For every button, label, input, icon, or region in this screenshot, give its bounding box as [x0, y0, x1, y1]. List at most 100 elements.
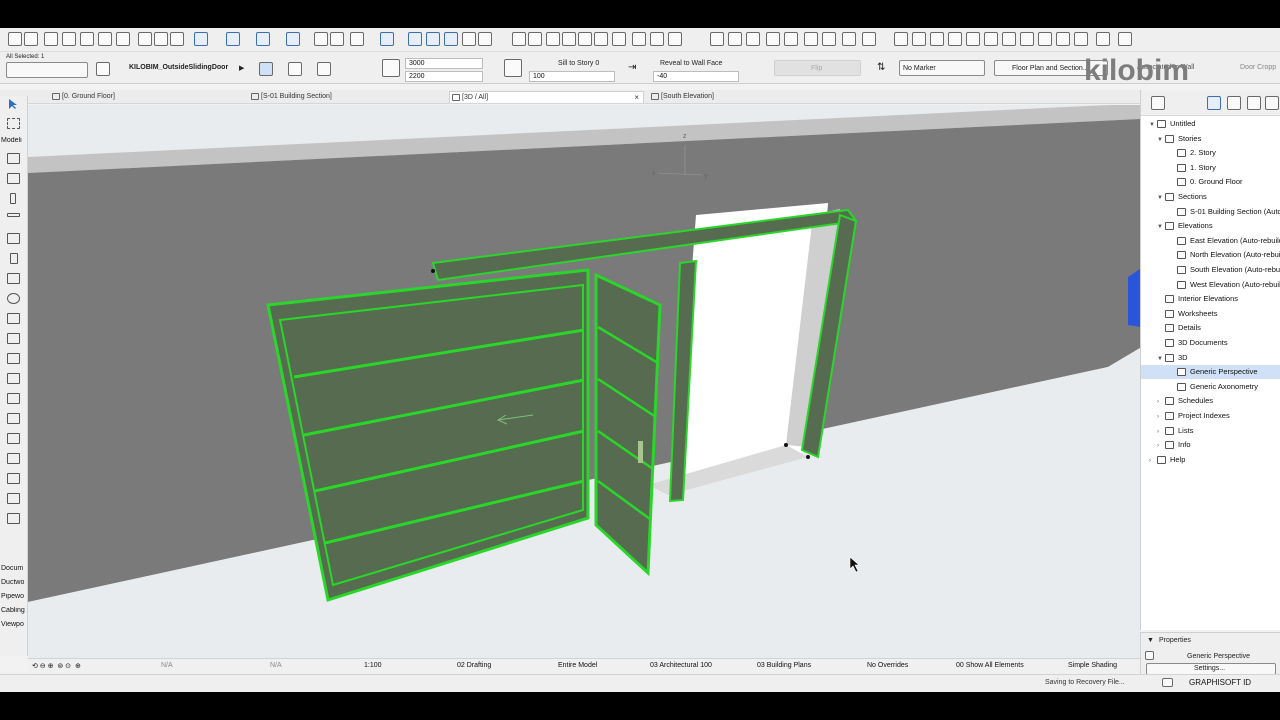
export-icon[interactable]: [862, 32, 876, 46]
zoom-icons[interactable]: ⟲ ⊖ ⊕ ⊚ ⊙ ⊕: [32, 662, 81, 670]
properties-toggle-icon[interactable]: ▼: [1147, 637, 1154, 644]
sill-field[interactable]: 100: [529, 71, 615, 82]
elevation-tool-icon[interactable]: [7, 513, 20, 524]
zone-tool-icon[interactable]: [7, 473, 20, 484]
adjust-icon[interactable]: [528, 32, 542, 46]
snap-icon[interactable]: [138, 32, 152, 46]
trim-icon[interactable]: [462, 32, 476, 46]
favorite-arrow-icon[interactable]: ▶: [239, 64, 244, 72]
layout-book-icon[interactable]: [1247, 96, 1261, 110]
guide-icon[interactable]: [154, 32, 168, 46]
monitor-icon[interactable]: [1162, 678, 1173, 687]
boolean-icon[interactable]: [426, 32, 440, 46]
undo-icon[interactable]: [80, 32, 94, 46]
navigator-item[interactable]: ▼ Untitled: [1141, 117, 1280, 131]
anchor-right-icon[interactable]: [317, 62, 331, 76]
report-icon[interactable]: [984, 32, 998, 46]
navigator-item[interactable]: North Elevation (Auto-rebuil: [1141, 248, 1280, 262]
eyedropper-icon[interactable]: [170, 32, 184, 46]
redo-icon[interactable]: [98, 32, 112, 46]
navigator-item[interactable]: Generic Axonometry: [1141, 380, 1280, 394]
3d-viewport[interactable]: z y x: [28, 105, 1140, 658]
move-icon[interactable]: [632, 32, 646, 46]
window-tool-icon[interactable]: [7, 233, 20, 244]
window-icon[interactable]: [1020, 32, 1034, 46]
skylight-tool-icon[interactable]: [7, 433, 20, 444]
railing-tool-icon[interactable]: [7, 353, 20, 364]
new-icon[interactable]: [8, 32, 22, 46]
navigator-item[interactable]: 2. Story: [1141, 146, 1280, 160]
3d-view-icon[interactable]: [710, 32, 724, 46]
publisher-sets-icon[interactable]: [1265, 96, 1279, 110]
beam-tool-icon[interactable]: [7, 213, 20, 217]
object-tool-icon[interactable]: [7, 273, 20, 284]
renovation-dropdown[interactable]: 00 Show All Elements: [956, 662, 1024, 669]
save-icon[interactable]: [44, 32, 58, 46]
xref-icon[interactable]: [948, 32, 962, 46]
navigator-menu-icon[interactable]: [1151, 96, 1165, 110]
group-ductwork[interactable]: Ductwo: [1, 579, 28, 586]
trace-icon[interactable]: [380, 32, 394, 46]
section-tool-icon[interactable]: [7, 493, 20, 504]
check-icon[interactable]: [1002, 32, 1016, 46]
palette-icon[interactable]: [966, 32, 980, 46]
navigator-item[interactable]: › Info: [1141, 438, 1280, 452]
scale-dropdown[interactable]: 1:100: [364, 662, 382, 669]
measure-icon[interactable]: [226, 32, 240, 46]
user-icon[interactable]: [1096, 32, 1110, 46]
compare-icon[interactable]: [408, 32, 422, 46]
import-icon[interactable]: [894, 32, 908, 46]
open-icon[interactable]: [24, 32, 38, 46]
selection-icon[interactable]: [194, 32, 208, 46]
navigator-item[interactable]: › Schedules: [1141, 394, 1280, 408]
slab-tool-icon[interactable]: [7, 313, 20, 324]
expand-icon[interactable]: ›: [1157, 410, 1165, 424]
height-field[interactable]: 2200: [405, 71, 483, 82]
navigator-item[interactable]: Details: [1141, 321, 1280, 335]
mirror-icon[interactable]: [594, 32, 608, 46]
expand-icon[interactable]: ▼: [1157, 220, 1165, 234]
tab-close-icon[interactable]: ×: [634, 92, 639, 104]
marquee-tool-icon[interactable]: [7, 118, 20, 129]
model-view-dropdown[interactable]: 03 Building Plans: [757, 662, 811, 669]
shell-tool-icon[interactable]: [7, 393, 20, 404]
cursor-icon[interactable]: [350, 32, 364, 46]
tile-icon[interactable]: [1038, 32, 1052, 46]
expand-icon[interactable]: ›: [1157, 439, 1165, 453]
overrides-dropdown[interactable]: No Overrides: [867, 662, 908, 669]
rotate-icon[interactable]: [612, 32, 626, 46]
navigator-item[interactable]: Worksheets: [1141, 307, 1280, 321]
hotlink-icon[interactable]: [930, 32, 944, 46]
model-icon[interactable]: [314, 32, 328, 46]
group-document[interactable]: Docum: [1, 565, 28, 572]
curtain-wall-tool-icon[interactable]: [7, 173, 20, 184]
structure-dropdown[interactable]: Entire Model: [558, 662, 597, 669]
group-design[interactable]: Modeli: [1, 137, 28, 144]
expand-icon[interactable]: ▼: [1157, 191, 1165, 205]
expand-icon[interactable]: ›: [1149, 454, 1157, 468]
search-icon[interactable]: [1074, 32, 1088, 46]
more-icon[interactable]: [1118, 32, 1132, 46]
graphisoft-id-link[interactable]: GRAPHISOFT ID: [1189, 678, 1251, 687]
navigator-item[interactable]: ▼ Sections: [1141, 190, 1280, 204]
navigator-item[interactable]: › Project Indexes: [1141, 409, 1280, 423]
offset-icon[interactable]: [546, 32, 560, 46]
expand-icon[interactable]: ›: [1157, 425, 1165, 439]
stretch-icon[interactable]: [562, 32, 576, 46]
expand-icon[interactable]: ▼: [1157, 352, 1165, 366]
shading-dropdown[interactable]: Simple Shading: [1068, 662, 1117, 669]
render-icon[interactable]: [746, 32, 760, 46]
roof-tool-icon[interactable]: [7, 373, 20, 384]
flip-button[interactable]: Flip: [774, 60, 861, 76]
group-cabling[interactable]: Cabling: [1, 607, 28, 614]
split-icon[interactable]: [512, 32, 526, 46]
pencil-icon[interactable]: [116, 32, 130, 46]
view-map-icon[interactable]: [1227, 96, 1241, 110]
fillet-icon[interactable]: [478, 32, 492, 46]
anchor-left-icon[interactable]: [259, 62, 273, 76]
marker-dropdown[interactable]: No Marker: [899, 60, 985, 76]
navigator-item[interactable]: ▼ Stories: [1141, 132, 1280, 146]
resize-icon[interactable]: [578, 32, 592, 46]
navigator-item[interactable]: East Elevation (Auto-rebuild: [1141, 234, 1280, 248]
navigator-item[interactable]: S-01 Building Section (Auto-re: [1141, 205, 1280, 219]
